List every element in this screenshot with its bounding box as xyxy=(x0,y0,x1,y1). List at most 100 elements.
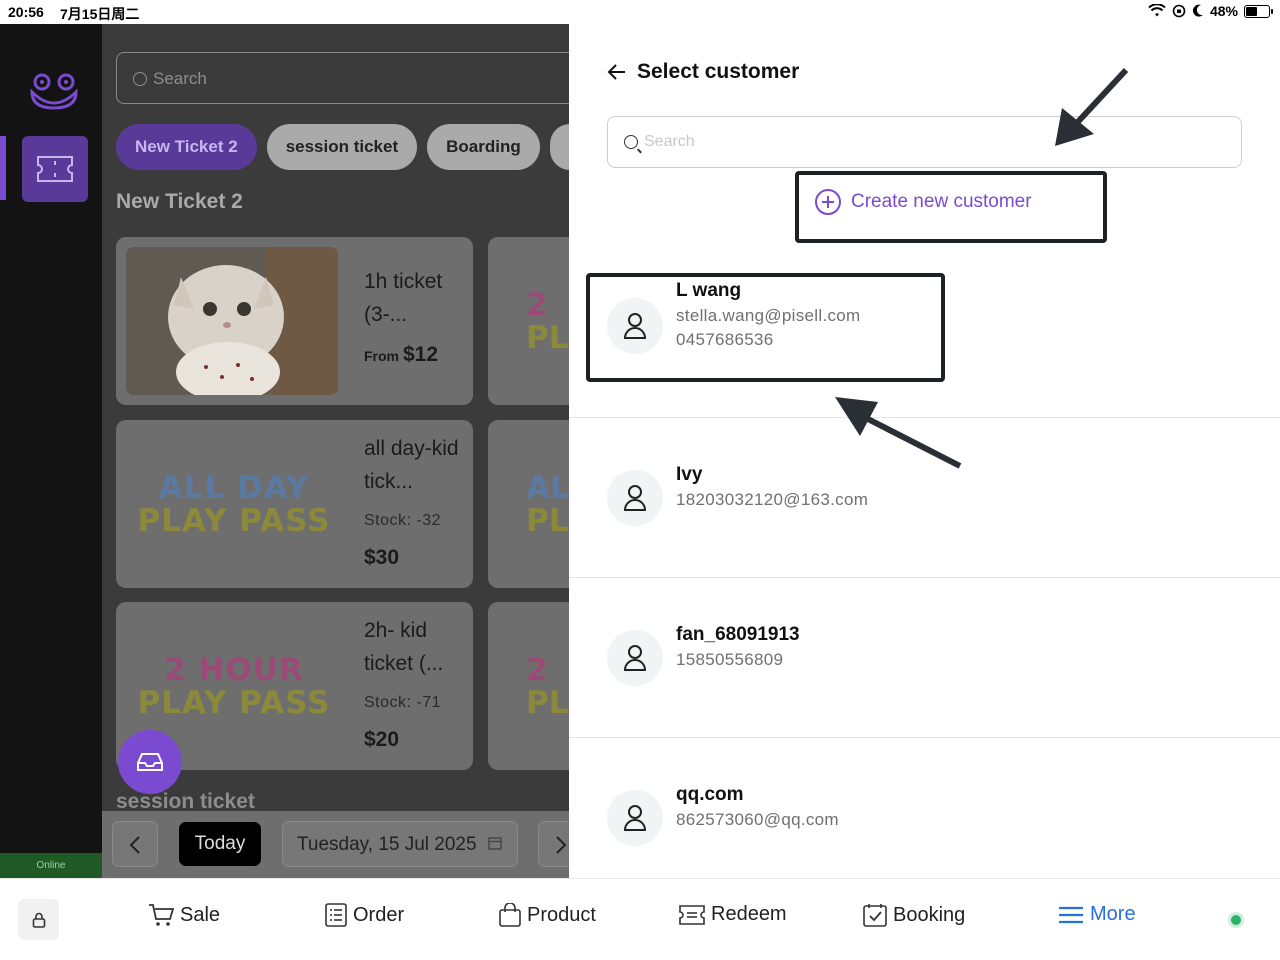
product-card-1h-ticket[interactable]: 1h ticket (3-... From $12 xyxy=(116,237,473,405)
status-time: 20:56 xyxy=(8,4,44,20)
customer-email: 15850556809 xyxy=(676,650,784,669)
prev-date-button[interactable] xyxy=(112,821,158,867)
partial-art-line-2: PL xyxy=(526,685,569,721)
bottom-tab-bar: Sale Order Product Redeem Booking More xyxy=(0,878,1280,960)
chip-new-ticket-2[interactable]: New Ticket 2 xyxy=(116,124,257,170)
card-price: $30 xyxy=(364,546,400,569)
menu-icon xyxy=(1059,906,1083,923)
product-card-partial[interactable]: 2 PL xyxy=(488,237,569,405)
partial-art-line-2: PL xyxy=(526,320,569,356)
calendar-icon xyxy=(488,837,502,850)
list-icon xyxy=(325,903,347,927)
product-card-partial[interactable]: AL PL xyxy=(488,420,569,588)
two-hour-pass-art: 2 HOUR PLAY PASS xyxy=(134,654,334,720)
tab-redeem[interactable]: Redeem xyxy=(679,903,787,926)
cart-fab-button[interactable] xyxy=(118,730,182,794)
avatar xyxy=(607,790,663,846)
moon-icon xyxy=(1192,4,1203,17)
tab-more[interactable]: More xyxy=(1058,903,1136,926)
panel-header: Select customer xyxy=(607,60,799,84)
card-name: 2h- kid ticket (... xyxy=(364,619,444,675)
ticket-icon xyxy=(679,904,705,925)
next-date-button[interactable] xyxy=(538,821,569,867)
back-arrow-icon[interactable] xyxy=(607,63,627,81)
chip-boarding[interactable]: Boarding xyxy=(427,124,540,170)
select-customer-panel: Select customer Search Create new custom… xyxy=(569,24,1280,878)
card-price-row: From $12 xyxy=(364,343,438,367)
bag-icon xyxy=(499,903,521,927)
tab-booking[interactable]: Booking xyxy=(863,903,965,927)
tab-label: More xyxy=(1090,903,1136,925)
date-picker[interactable]: Tuesday, 15 Jul 2025 xyxy=(282,821,518,867)
product-search-input[interactable]: Search xyxy=(116,52,569,104)
card-price: $20 xyxy=(364,728,400,751)
avatar xyxy=(607,470,663,526)
status-indicators: 48% xyxy=(1148,3,1273,19)
chip-more[interactable] xyxy=(549,124,569,170)
chip-session-ticket[interactable]: session ticket xyxy=(266,124,418,170)
all-day-pass-art: ALL DAY PLAY PASS xyxy=(134,472,334,538)
user-icon xyxy=(623,645,647,671)
category-chips: New Ticket 2 session ticket Boarding xyxy=(116,124,569,170)
user-icon xyxy=(623,805,647,831)
panel-title: Select customer xyxy=(637,60,800,83)
product-card-all-day[interactable]: ALL DAY PLAY PASS all day-kid tick... St… xyxy=(116,420,473,588)
tab-order[interactable]: Order xyxy=(325,903,404,927)
section-title: New Ticket 2 xyxy=(116,190,243,213)
date-bar: Today Tuesday, 15 Jul 2025 xyxy=(102,811,569,878)
create-new-customer-button[interactable]: Create new customer xyxy=(815,189,1032,215)
art-line-2: PLAY PASS xyxy=(137,685,331,721)
customer-row[interactable]: qq.com 862573060@qq.com xyxy=(569,738,1280,898)
lock-button[interactable] xyxy=(18,899,59,940)
inbox-icon xyxy=(137,753,163,771)
user-icon xyxy=(623,485,647,511)
tab-label: Product xyxy=(527,903,596,926)
wifi-icon xyxy=(1148,4,1166,17)
product-search-placeholder: Search xyxy=(153,69,207,88)
tab-label: Redeem xyxy=(711,903,787,925)
frog-logo-icon xyxy=(30,73,78,110)
ticket-icon xyxy=(37,156,73,182)
today-button[interactable]: Today xyxy=(179,822,261,866)
card-stock: Stock: -32 xyxy=(364,512,442,529)
search-icon xyxy=(624,135,638,149)
tab-label: Order xyxy=(353,903,405,926)
tab-sale[interactable]: Sale xyxy=(148,903,220,927)
date-label: Tuesday, 15 Jul 2025 xyxy=(297,834,477,855)
card-name: all day-kid tick... xyxy=(364,437,459,493)
chevron-right-icon xyxy=(556,836,567,854)
customer-email: 18203032120@163.com xyxy=(676,490,869,509)
customer-name: qq.com xyxy=(676,784,744,805)
product-card-partial[interactable]: 2 PL xyxy=(488,602,569,770)
left-nav xyxy=(0,24,102,878)
cart-icon xyxy=(149,904,174,926)
nav-active-indicator xyxy=(0,136,6,200)
nav-item-ticket[interactable] xyxy=(22,136,88,202)
lock-icon xyxy=(32,912,45,928)
partial-art-line-1: AL xyxy=(526,470,569,506)
art-line-1: ALL DAY xyxy=(158,470,310,506)
search-icon xyxy=(133,72,147,86)
customer-row[interactable]: fan_68091913 15850556809 xyxy=(569,578,1280,738)
customer-search-input[interactable]: Search xyxy=(607,116,1242,168)
status-date: 7月15日周二 xyxy=(60,6,140,22)
battery-percent: 48% xyxy=(1209,3,1238,19)
battery-icon xyxy=(1244,4,1273,18)
customer-name: Ivy xyxy=(676,464,703,485)
connection-status-dot xyxy=(1228,912,1244,928)
orientation-lock-icon xyxy=(1172,4,1186,18)
highlight-box-customer xyxy=(586,273,945,382)
card-stock: Stock: -71 xyxy=(364,694,442,711)
avatar xyxy=(607,630,663,686)
customer-email: 862573060@qq.com xyxy=(676,810,839,829)
partial-art: AL PL xyxy=(526,472,569,538)
tab-product[interactable]: Product xyxy=(499,903,596,927)
art-line-2: PLAY PASS xyxy=(137,503,331,539)
online-status: Online xyxy=(0,853,102,878)
partial-art-line-1: 2 xyxy=(526,652,548,688)
partial-art: 2 PL xyxy=(526,289,568,355)
status-bar: 20:56 7月15日周二 48% xyxy=(0,0,1280,24)
customer-name: fan_68091913 xyxy=(676,624,800,645)
customer-search-placeholder: Search xyxy=(644,133,695,150)
customer-row[interactable]: Ivy 18203032120@163.com xyxy=(569,418,1280,578)
